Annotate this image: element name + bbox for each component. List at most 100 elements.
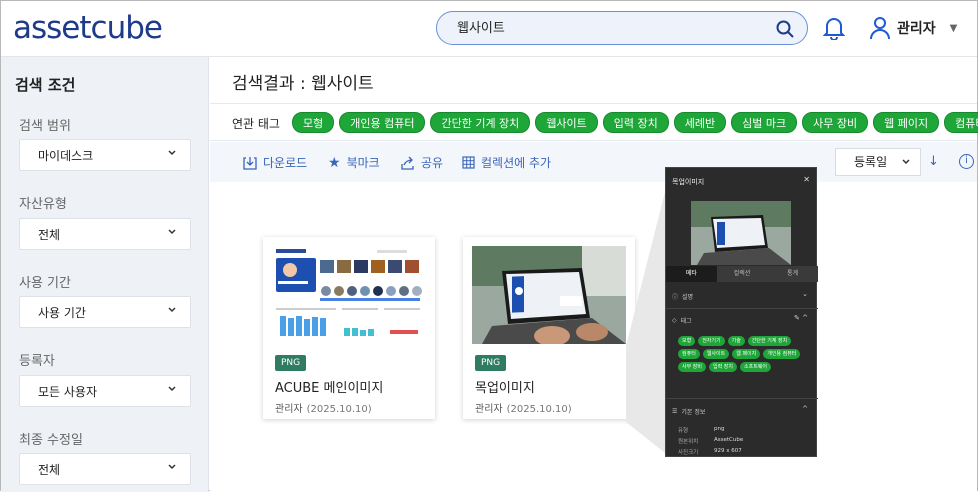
card-owner: 관리자: [475, 404, 503, 415]
related-tag[interactable]: 모형: [292, 112, 335, 133]
chevron-down-icon: [168, 386, 176, 392]
panel-thumbnail: [691, 201, 791, 265]
filter-label-period: 사용 기간: [19, 276, 71, 291]
panel-tag[interactable]: 사무 장비: [678, 362, 706, 372]
related-tag[interactable]: 웹 페이지: [873, 112, 940, 133]
filter-select-modified[interactable]: 전체: [19, 453, 191, 485]
laptop-mockup-image: [691, 201, 791, 265]
related-tag[interactable]: 사무 장비: [802, 112, 869, 133]
related-tags: 모형 개인용 컴퓨터 간단한 기계 장치 웹사이트 입력 장치 세례반 심벌 마…: [292, 112, 978, 133]
download-button[interactable]: 다운로드: [243, 154, 307, 171]
panel-tag[interactable]: 기술: [727, 336, 745, 346]
related-tags-label: 연관 태그: [232, 117, 280, 131]
panel-tag[interactable]: 입력 장치: [709, 362, 737, 372]
grid-icon: [462, 156, 475, 169]
panel-tag[interactable]: 웹 페이지: [732, 349, 761, 359]
filter-value: 모든 사용자: [38, 384, 98, 399]
info-row: 원본위치 AssetCube: [678, 437, 743, 445]
add-collection-button[interactable]: 컬렉션에 추가: [462, 154, 551, 171]
bookmark-button[interactable]: ★ 북마크: [328, 154, 380, 171]
format-badge: PNG: [475, 355, 507, 371]
asset-card[interactable]: PNG 목업이미지 관리자 (2025.10.10): [463, 237, 635, 419]
assetcube-logo[interactable]: assetcube: [13, 10, 163, 46]
filter-select-type[interactable]: 전체: [19, 218, 191, 250]
panel-tag[interactable]: 간단한 기계 장치: [747, 336, 792, 346]
filter-select-registrant[interactable]: 모든 사용자: [19, 375, 191, 407]
tab-collection[interactable]: 컬렉션: [716, 266, 768, 282]
divider: [666, 308, 818, 309]
search-input[interactable]: [457, 19, 757, 34]
filter-value: 전체: [38, 227, 61, 242]
format-badge: PNG: [275, 355, 307, 371]
user-name: 관리자: [897, 21, 936, 37]
chevron-down-icon[interactable]: ⌄: [802, 290, 808, 298]
asset-grid: PNG ACUBE 메인이미지 관리자 (2025.10.10) PNG 목업이…: [210, 182, 977, 492]
info-key: 유형: [678, 428, 689, 434]
card-meta: 관리자 (2025.10.10): [475, 400, 572, 415]
detail-panel: 목업이미지 ✕ 메타 컬렉션 통계 ⓘ 설명 ⌄ ◇ 태그 ✎ ^ 모형 전자기…: [665, 167, 819, 457]
chevron-down-icon: [168, 150, 176, 156]
filter-select-scope[interactable]: 마이데스크: [19, 139, 191, 171]
filter-select-period[interactable]: 사용 기간: [19, 296, 191, 328]
star-icon: ★: [328, 154, 341, 171]
card-title[interactable]: 목업이미지: [475, 377, 535, 396]
related-tag[interactable]: 웹사이트: [535, 112, 598, 133]
top-bar: assetcube 관리자 ▼: [1, 1, 977, 57]
panel-tag[interactable]: 전자기기: [698, 336, 725, 346]
panel-tag[interactable]: 컴퓨터: [678, 349, 700, 359]
card-thumbnail[interactable]: [472, 246, 626, 344]
info-icon: ⓘ: [672, 294, 679, 301]
card-thumbnail[interactable]: [272, 246, 426, 344]
info-icon[interactable]: i: [959, 154, 974, 169]
share-button[interactable]: 공유: [401, 154, 443, 171]
user-menu[interactable]: 관리자 ▼: [869, 14, 957, 42]
related-tag[interactable]: 개인용 컴퓨터: [339, 112, 426, 133]
related-tag[interactable]: 컴퓨터: [944, 112, 978, 133]
sidebar: 검색 조건 검색 범위 마이데스크 자산유형 전체 사용 기간 사용 기간 등록…: [1, 57, 209, 492]
info-value: AssetCube: [714, 437, 744, 443]
chevron-down-icon: [168, 464, 176, 470]
panel-tag[interactable]: 웹사이트: [702, 349, 730, 359]
close-icon[interactable]: ✕: [803, 175, 810, 184]
basic-info-label: 기본 정보: [681, 409, 706, 416]
related-tag[interactable]: 입력 장치: [602, 112, 669, 133]
user-icon: [870, 17, 890, 40]
description-section-header[interactable]: ⓘ 설명: [672, 292, 693, 301]
info-key: 원본위치: [678, 439, 699, 445]
tags-section-header[interactable]: ◇ 태그: [672, 316, 692, 325]
list-icon: ☰: [672, 408, 678, 415]
panel-tag[interactable]: 소프트웨어: [740, 362, 772, 372]
filter-value: 사용 기간: [38, 305, 86, 320]
related-tag[interactable]: 세례반: [673, 112, 727, 133]
filter-value: 전체: [38, 462, 61, 477]
sort-select[interactable]: 등록일: [835, 148, 921, 176]
search-box[interactable]: [436, 11, 808, 45]
related-tag[interactable]: 심벌 마크: [731, 112, 798, 133]
panel-tag[interactable]: 개인용 컴퓨터: [763, 349, 801, 359]
action-toolbar: 다운로드 ★ 북마크 공유 컬렉션에 추가 등록일 ↓ i: [210, 142, 977, 182]
related-tag[interactable]: 간단한 기계 장치: [430, 112, 531, 133]
website-screenshot-image: [272, 246, 426, 344]
info-value: 929 x 607: [714, 448, 742, 454]
asset-card[interactable]: PNG ACUBE 메인이미지 관리자 (2025.10.10): [263, 237, 435, 419]
chevron-up-icon[interactable]: ^: [802, 405, 808, 413]
search-icon[interactable]: [775, 19, 795, 39]
basic-info-section-header[interactable]: ☰ 기본 정보: [672, 407, 705, 416]
edit-chevron-up-icon[interactable]: ✎ ^: [794, 314, 808, 322]
tag-icon: ◇: [672, 317, 677, 324]
filter-label-modified: 최종 수정일: [19, 433, 83, 448]
panel-tag[interactable]: 모형: [678, 336, 696, 346]
tags-label: 태그: [680, 318, 692, 325]
sort-direction-icon[interactable]: ↓: [928, 154, 939, 169]
description-label: 설명: [682, 294, 694, 301]
chevron-down-icon: [168, 307, 176, 313]
card-title[interactable]: ACUBE 메인이미지: [275, 377, 383, 396]
bell-icon[interactable]: [823, 16, 845, 40]
panel-tabs: 메타 컬렉션 통계: [666, 266, 819, 282]
panel-tags: 모형 전자기기 기술 간단한 기계 장치 컴퓨터 웹사이트 웹 페이지 개인용 …: [678, 336, 808, 372]
add-collection-label: 컬렉션에 추가: [481, 156, 552, 170]
tab-stats[interactable]: 통계: [767, 266, 819, 282]
download-label: 다운로드: [263, 156, 308, 170]
tab-meta[interactable]: 메타: [666, 266, 717, 282]
sort-value: 등록일: [854, 155, 888, 169]
